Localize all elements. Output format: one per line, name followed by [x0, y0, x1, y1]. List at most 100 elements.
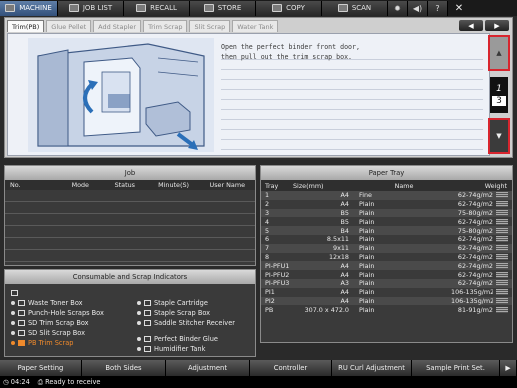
- paper-level-icon: [496, 245, 508, 252]
- tray-row[interactable]: 4 B5 Plain 62-74g/m2: [261, 217, 512, 226]
- size-cell: B4: [340, 226, 349, 235]
- tray-row[interactable]: 2 A4 Plain 62-74g/m2: [261, 200, 512, 209]
- controller-button[interactable]: Controller: [250, 360, 332, 376]
- staple-icon: [144, 310, 151, 316]
- job-row[interactable]: [5, 202, 255, 214]
- size-cell: 9x11: [333, 244, 349, 253]
- paper-level-icon: [496, 201, 508, 208]
- stitcher-icon: [144, 320, 151, 326]
- ru-curl-adjustment-button[interactable]: RU Curl Adjustment: [332, 360, 412, 376]
- bottom-toolbar: Paper Setting Both Sides Adjustment Cont…: [0, 360, 517, 376]
- guidance-message: Open the perfect binder front door, then…: [221, 42, 481, 62]
- weight-cell: 106-135g/m2: [451, 288, 493, 297]
- job-row[interactable]: [5, 214, 255, 226]
- job-row[interactable]: [5, 238, 255, 250]
- adjustment-button[interactable]: Adjustment: [166, 360, 250, 376]
- box-icon: [18, 300, 25, 306]
- status-time: 04:24: [10, 378, 30, 386]
- scroll-up-button[interactable]: ▲: [488, 35, 510, 71]
- tab-prev-button[interactable]: ◀: [459, 20, 483, 31]
- tab-trim-scrap[interactable]: Trim Scrap: [143, 20, 188, 32]
- job-row[interactable]: [5, 190, 255, 202]
- binder-illustration: [28, 38, 214, 152]
- tray-cell: PI-PFU3: [265, 279, 290, 288]
- tab-glue-pellet[interactable]: Glue Pellet: [46, 20, 92, 32]
- staple-cartridge: Staple Cartridge: [137, 298, 208, 308]
- tray-row[interactable]: 8 12x18 Plain 62-74g/m2: [261, 253, 512, 262]
- bottom-next-button[interactable]: ▶: [500, 360, 517, 376]
- recall-tab[interactable]: RECALL: [124, 0, 190, 16]
- tray-row[interactable]: PI1 A4 Plain 106-135g/m2: [261, 288, 512, 297]
- paper-level-icon: [496, 262, 508, 269]
- weight-cell: 62-74g/m2: [457, 217, 493, 226]
- status-text: Ready to receive: [45, 378, 101, 386]
- weight-cell: 62-74g/m2: [457, 244, 493, 253]
- name-cell: Plain: [359, 252, 375, 261]
- tray-row[interactable]: PI2 A4 Plain 106-135g/m2: [261, 296, 512, 306]
- tray-cell: PI-PFU2: [265, 270, 290, 279]
- store-tab[interactable]: STORE: [190, 0, 256, 16]
- tray-row[interactable]: 5 B4 Plain 75-80g/m2: [261, 226, 512, 235]
- col-no: No.: [10, 181, 21, 189]
- weight-cell: 106-135g/m2: [451, 296, 493, 305]
- paper-level-icon: [496, 289, 508, 296]
- tab-water-tank[interactable]: Water Tank: [232, 20, 279, 32]
- job-row[interactable]: [5, 226, 255, 238]
- paper-setting-button[interactable]: Paper Setting: [0, 360, 82, 376]
- sample-print-set-button[interactable]: Sample Print Set.: [412, 360, 500, 376]
- tray-row[interactable]: PI-PFU2 A4 Plain 62-74g/m2: [261, 270, 512, 279]
- size-cell: A3: [340, 279, 349, 288]
- tab-next-button[interactable]: ▶: [485, 20, 509, 31]
- tray-cell: PI2: [265, 296, 275, 305]
- job-list[interactable]: [5, 190, 255, 265]
- copy-tab[interactable]: COPY: [256, 0, 322, 16]
- tab-add-stapler[interactable]: Add Stapler: [93, 20, 142, 32]
- size-cell: B5: [340, 217, 349, 226]
- job-list-tab[interactable]: JOB LIST: [58, 0, 124, 16]
- guidance-tabs: Trim(PB) Glue Pellet Add Stapler Trim Sc…: [7, 20, 279, 32]
- sd-trim-scrap-box: SD Trim Scrap Box: [11, 318, 89, 328]
- tray-row[interactable]: 3 B5 Plain 75-80g/m2: [261, 208, 512, 218]
- close-icon[interactable]: ✕: [448, 1, 470, 16]
- consumables-grid: Waste Toner Box Punch-Hole Scraps Box SD…: [9, 284, 253, 354]
- weight-cell: 62-74g/m2: [457, 200, 493, 209]
- col-weight: Weight: [484, 181, 507, 190]
- col-mode: Mode: [71, 181, 89, 189]
- tray-row[interactable]: 6 8.5x11 Plain 62-74g/m2: [261, 235, 512, 244]
- brightness-icon[interactable]: ✹: [388, 0, 408, 16]
- guidance-content: Open the perfect binder front door, then…: [7, 33, 490, 156]
- size-cell: 12x18: [328, 252, 349, 261]
- tray-cell: 7: [265, 244, 270, 253]
- tab-trim-pb[interactable]: Trim(PB): [7, 20, 45, 32]
- scroll-down-button[interactable]: ▼: [488, 118, 510, 154]
- tray-row[interactable]: PB 307.0 x 472.0 Plain 81-91g/m2: [261, 305, 512, 314]
- copy-icon: [272, 4, 283, 12]
- tab-slit-scrap[interactable]: Slit Scrap: [189, 20, 231, 32]
- humidifier-tank: Humidifier Tank: [137, 344, 205, 354]
- printer-icon: ⎙: [37, 377, 44, 386]
- paper-level-icon: [496, 306, 508, 313]
- both-sides-button[interactable]: Both Sides: [82, 360, 166, 376]
- help-icon[interactable]: ?: [428, 0, 448, 16]
- message-ruling: [221, 50, 483, 150]
- tray-row[interactable]: 1 A4 Fine 62-74g/m2: [261, 191, 512, 200]
- machine-tab[interactable]: MACHINE: [0, 0, 58, 16]
- scan-tab[interactable]: SCAN: [322, 0, 388, 16]
- name-cell: Plain: [359, 208, 375, 217]
- tray-row[interactable]: PI-PFU3 A3 Plain 62-74g/m2: [261, 278, 512, 288]
- tray-cell: PI1: [265, 288, 275, 297]
- job-row[interactable]: [5, 250, 255, 262]
- tray-cell: 3: [265, 208, 270, 217]
- size-cell: A4: [340, 191, 349, 200]
- status-bar: ◷ 04:24 ⎙ Ready to receive: [0, 376, 517, 388]
- weight-cell: 62-74g/m2: [457, 279, 493, 288]
- name-cell: Plain: [359, 296, 375, 305]
- box-icon: [18, 320, 25, 326]
- page-indicator: 1 3: [490, 77, 508, 113]
- job-list-icon: [68, 4, 79, 12]
- sd-slit-scrap-box: SD Slit Scrap Box: [11, 328, 85, 338]
- consumables-title: Consumable and Scrap Indicators: [5, 270, 255, 284]
- tray-row[interactable]: PI-PFU1 A4 Plain 62-74g/m2: [261, 261, 512, 271]
- volume-icon[interactable]: ◀): [408, 0, 428, 16]
- tray-row[interactable]: 7 9x11 Plain 62-74g/m2: [261, 243, 512, 253]
